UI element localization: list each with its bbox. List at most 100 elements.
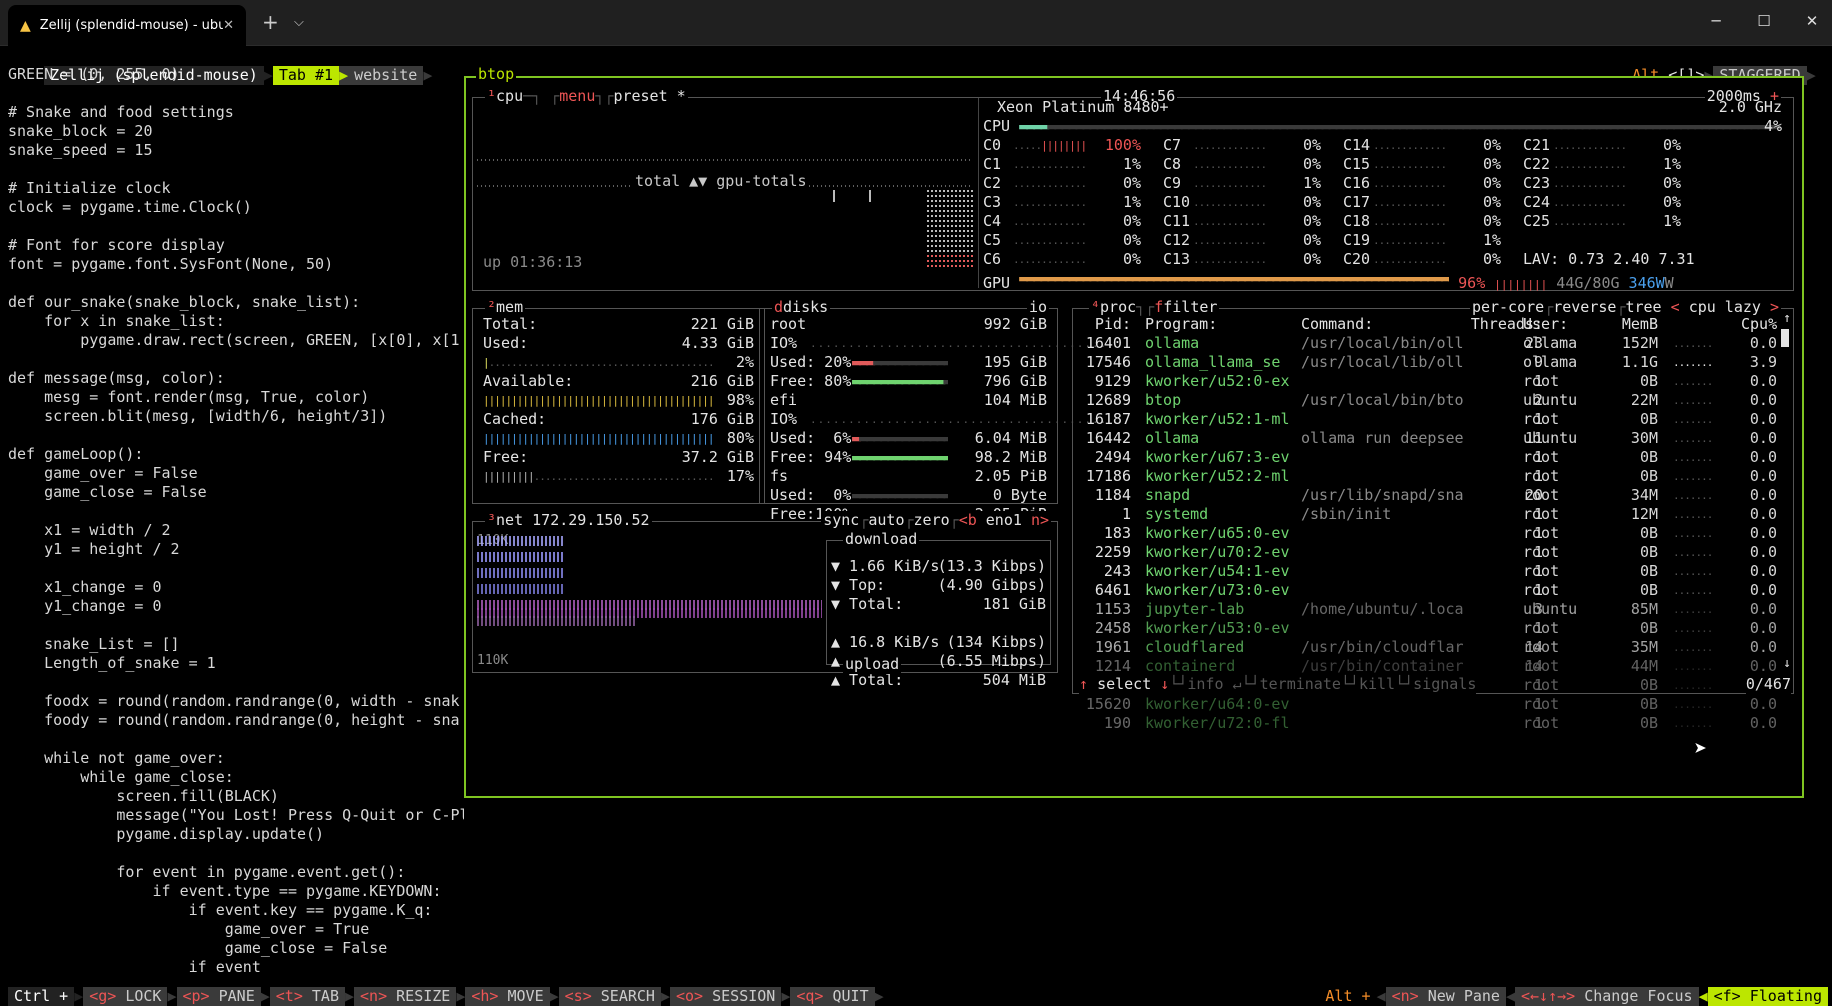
zellij-mode: Alt <[]>▶ STAGGERED ▶ [1632, 66, 1816, 85]
preset-button[interactable]: preset * [613, 87, 685, 105]
statusbar-key-new-pane[interactable]: <n> New Pane [1385, 987, 1506, 1006]
core-label: C23 [1523, 174, 1551, 192]
proc-header[interactable]: Program: [1145, 315, 1295, 334]
proc-cell: 0.0 [1749, 334, 1777, 352]
table-row[interactable]: 2494 kworker/u67:3-ev 1 root 0B 0.0....... [1073, 448, 1783, 467]
net-box-header[interactable]: ³net 172.29.150.52 [485, 511, 652, 530]
proc-cell: /usr/local/lib/oll [1301, 353, 1464, 371]
core-pct: 1% [1662, 155, 1681, 173]
proc-cell: 0.0 [1749, 619, 1777, 637]
proc-cell: 243 [1103, 562, 1131, 580]
core-label: C19 [1343, 231, 1371, 249]
table-row[interactable]: 16442 ollama ollama run deepsee 11 ubuntu 30M… [1073, 429, 1783, 448]
statusbar-key-resize[interactable]: <n> RESIZE [354, 987, 457, 1006]
table-row[interactable]: 190 kworker/u72:0-fl 1 root 0B 0.0....... [1073, 714, 1783, 733]
statusbar-key-tab[interactable]: <t> TAB [269, 987, 345, 1006]
core-bar: ............. [1193, 253, 1267, 266]
table-row[interactable]: 243 kworker/u54:1-ev 1 root 0B 0.0....... [1073, 562, 1783, 581]
window-titlebar: ▲ Zellij (splendid-mouse) - ubur ✕ + ⌵ ─… [0, 0, 1832, 46]
core-bar: ............. [1013, 196, 1087, 209]
close-button[interactable]: ✕ [1792, 6, 1832, 36]
terminate-button[interactable]: terminate [1260, 675, 1341, 693]
code-line: x1_change = 0 [8, 578, 162, 596]
table-row[interactable]: 1 systemd/sbin/init 1 root 12M 0.0....... [1073, 505, 1783, 524]
cpu-label[interactable]: cpu [496, 87, 523, 105]
table-row[interactable]: 17186 kworker/u52:2-ml 1 root 0B 0.0....... [1073, 467, 1783, 486]
maximize-button[interactable]: ☐ [1744, 6, 1784, 36]
mem-label: Cached: [483, 410, 547, 428]
table-row[interactable]: 1153 jupyter-lab/home/ubuntu/.loca 3 ubuntu… [1073, 600, 1783, 619]
table-row[interactable]: 2458 kworker/u53:0-ev 1 root 0B 0.0....... [1073, 619, 1783, 638]
table-row[interactable]: 6461 kworker/u73:0-ev 1 root 0B 0.0....... [1073, 581, 1783, 600]
table-row[interactable]: 1184 snapd/usr/lib/snapd/sna 20 root 34M 0.0.… [1073, 486, 1783, 505]
tab-dropdown-icon[interactable]: ⌵ [294, 15, 304, 30]
kill-button[interactable]: kill [1359, 675, 1395, 693]
proc-cell: 16401 [1085, 334, 1131, 352]
proc-header[interactable]: User: [1523, 315, 1603, 334]
proc-header[interactable]: Cpu% [1741, 315, 1777, 334]
table-row[interactable]: 183 kworker/u65:0-ev 1 root 0B 0.0....... [1073, 524, 1783, 543]
table-row[interactable]: 12689 btop/usr/local/bin/bto 2 ubuntu 22M 0.0… [1073, 391, 1783, 410]
proc-cell: root [1523, 467, 1560, 485]
zero-toggle: zero [913, 511, 950, 529]
terminal-area[interactable]: Zellij (splendid-mouse) ▶ Tab #1 ▶ website ▶ … [0, 47, 1832, 1006]
table-row[interactable]: 9129 kworker/u52:0-ex 1 root 0B 0.0....... [1073, 372, 1783, 391]
terminal-tab[interactable]: ▲ Zellij (splendid-mouse) - ubur ✕ [8, 5, 246, 46]
core-label: C14 [1343, 136, 1371, 154]
core-pct: 0% [1482, 193, 1501, 211]
mem-label: Available: [483, 372, 574, 390]
proc-scrollbar-thumb[interactable] [1781, 329, 1789, 347]
proc-header[interactable]: Pid: [1083, 315, 1131, 334]
close-tab-icon[interactable]: ✕ [223, 18, 234, 33]
core-label: C4 [983, 212, 1002, 230]
table-row[interactable]: 1961 cloudflared/usr/bin/cloudflar 14 root 3… [1073, 638, 1783, 657]
minimize-button[interactable]: ─ [1696, 6, 1736, 36]
statusbar-key-move[interactable]: <h> MOVE [465, 987, 550, 1006]
proc-header[interactable]: MemB [1603, 315, 1658, 334]
signals-button[interactable]: signals [1413, 675, 1476, 693]
proc-cell: /usr/local/bin/bto [1301, 391, 1464, 409]
cpu-total-row: CPU ▬▬▬▬▬▬▬▬▬▬▬▬▬▬▬▬▬▬▬▬▬▬▬▬▬▬▬▬▬▬▬▬▬▬▬▬… [983, 117, 1781, 135]
select-button[interactable]: select [1097, 675, 1151, 693]
proc-cpu-bar: ....... [1673, 337, 1713, 350]
core-label: C11 [1163, 212, 1191, 230]
proc-cell: ubuntu [1523, 429, 1578, 447]
statusbar-key-session[interactable]: <o> SESSION [670, 987, 782, 1006]
table-row[interactable]: 16187 kworker/u52:1-ml 1 root 0B 0.0....... [1073, 410, 1783, 429]
proc-header[interactable]: Command: [1301, 315, 1465, 334]
menu-button[interactable]: menu [559, 87, 595, 105]
proc-cpu-bar: ....... [1673, 394, 1713, 407]
disk-label: Used: 0% [770, 486, 852, 504]
proc-cell: 44M [1630, 657, 1658, 675]
statusbar-key-quit[interactable]: <q> QUIT [790, 987, 875, 1006]
proc-cell: 12689 [1085, 391, 1131, 409]
statusbar-key-search[interactable]: <s> SEARCH [558, 987, 661, 1006]
statusbar-key-pane[interactable]: <p> PANE [176, 987, 261, 1006]
statusbar-key-change-focus[interactable]: <←↓↑→> Change Focus [1515, 987, 1699, 1006]
net-controls[interactable]: sync┌auto┌zero┌<b eno1 n> [821, 511, 1051, 530]
proc-cell: /home/ubuntu/.loca [1301, 600, 1464, 618]
table-row[interactable]: 16401 ollama/usr/local/bin/oll 23 ollama 152… [1073, 334, 1783, 353]
code-line: snake_List = [] [8, 635, 180, 653]
scroll-down-icon[interactable]: ↓ [1783, 654, 1791, 673]
table-row[interactable]: 17546 ollama_llama_se/usr/local/lib/oll 9 o… [1073, 353, 1783, 372]
core-pct: 0% [1302, 136, 1321, 154]
tree-toggle: tree [1625, 298, 1662, 316]
proc-cell: ollama_llama_se [1145, 353, 1281, 371]
table-row[interactable]: 1214 containerd/usr/bin/container 14 root 44… [1073, 657, 1783, 676]
table-row[interactable]: 15620 kworker/u64:0-ev 1 root 0B 0.0....... [1073, 695, 1783, 714]
proc-cell: 0B [1639, 467, 1658, 485]
core-pct: 0% [1122, 250, 1141, 268]
statusbar-key-floating[interactable]: <f> Floating [1707, 987, 1828, 1006]
btop-floating-pane[interactable]: btop ¹cpu─┐ ┌menu┐┌preset * 14:46:56 200… [464, 65, 1804, 798]
table-row[interactable]: 2259 kworker/u70:2-ev 1 root 0B 0.0....... [1073, 543, 1783, 562]
net-box: ³net 172.29.150.52 sync┌auto┌zero┌<b eno… [472, 511, 1058, 689]
new-tab-button[interactable]: + [262, 10, 279, 34]
core-pct: 0% [1302, 155, 1321, 173]
net-stat-value: 181 GiB [982, 595, 1046, 613]
proc-cpu-bar: ....... [1673, 375, 1713, 388]
core-bar: ............. [1373, 158, 1447, 171]
statusbar-key-lock[interactable]: <g> LOCK [83, 987, 168, 1006]
scroll-up-icon[interactable]: ↑ [1783, 309, 1791, 328]
info-button[interactable]: info [1187, 675, 1223, 693]
